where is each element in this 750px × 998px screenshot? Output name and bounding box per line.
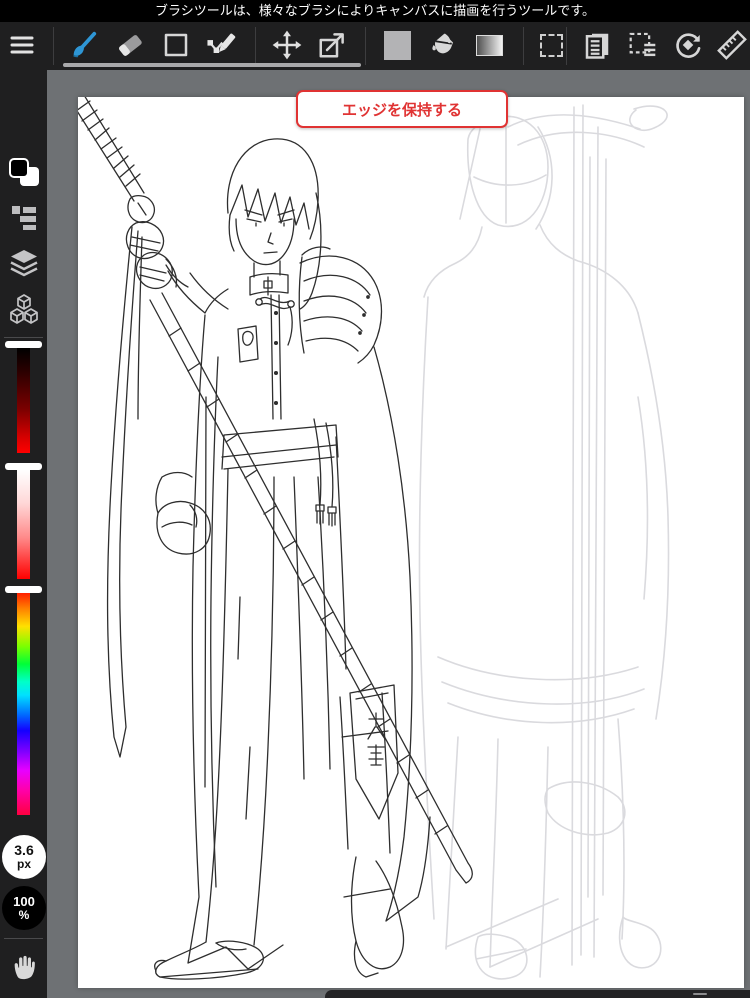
zoom-level-unit: %: [18, 907, 30, 922]
tool-group-underline: [63, 63, 361, 67]
menu-icon[interactable]: [2, 24, 42, 66]
brush-tool-icon[interactable]: [63, 24, 103, 66]
notification-text: ブラシツールは、様々なブラシによりキャンバスに描画を行うツールです。: [155, 3, 595, 18]
toolbar-divider: [255, 27, 256, 65]
brush-list-icon[interactable]: [0, 200, 47, 232]
toolbar: [0, 22, 750, 70]
canvas-artwork: [78, 97, 670, 980]
polyline-pen-tool-icon[interactable]: [201, 24, 241, 66]
hue-slider-handle[interactable]: [5, 586, 42, 593]
edge-keep-tooltip: エッジを保持する: [296, 90, 508, 128]
panel-grip: [693, 993, 707, 995]
eraser-tool-icon[interactable]: [110, 24, 150, 66]
gradient-tool-icon[interactable]: [469, 24, 509, 66]
toolbar-divider: [365, 27, 366, 65]
materials-icon[interactable]: [0, 292, 47, 328]
zoom-level-value: 100: [13, 893, 35, 909]
toolbar-divider: [53, 27, 54, 65]
paste-layer-icon[interactable]: [623, 24, 663, 66]
paint-app: ブラシツールは、様々なブラシによりキャンバスに描画を行うツールです。 3.6 p…: [0, 0, 750, 998]
shade-slider[interactable]: [17, 348, 30, 453]
sidebar: 3.6 px 100 %: [0, 70, 47, 998]
toolbar-divider: [566, 27, 567, 65]
sidebar-divider: [4, 938, 43, 939]
copy-layer-icon[interactable]: [577, 24, 617, 66]
workspace: エッジを保持する: [47, 70, 750, 998]
brush-size-unit: px: [16, 857, 31, 872]
tint-slider[interactable]: [17, 470, 30, 579]
canvas[interactable]: [78, 97, 744, 988]
foreground-background-swatches-icon[interactable]: [0, 156, 47, 188]
ruler-icon[interactable]: [712, 24, 750, 66]
tooltip-text: エッジを保持する: [341, 101, 462, 119]
brush-size-value: 3.6: [14, 842, 34, 859]
color-swatch-icon[interactable]: [377, 24, 417, 66]
zoom-level-badge[interactable]: 100 %: [2, 886, 46, 930]
move-tool-icon[interactable]: [267, 24, 307, 66]
toolbar-divider: [523, 27, 524, 65]
fill-bucket-icon[interactable]: [423, 24, 463, 66]
layers-icon[interactable]: [0, 246, 47, 280]
rotate-canvas-icon[interactable]: [668, 24, 708, 66]
marquee-select-icon[interactable]: [531, 24, 571, 66]
shade-slider-handle[interactable]: [5, 341, 42, 348]
brush-size-badge[interactable]: 3.6 px: [2, 835, 46, 879]
transform-tool-icon[interactable]: [312, 24, 352, 66]
notification-bar: ブラシツールは、様々なブラシによりキャンバスに描画を行うツールです。: [0, 0, 750, 22]
bottom-panel-handle[interactable]: [325, 990, 750, 998]
sidebar-divider: [4, 337, 43, 338]
rectangle-tool-icon[interactable]: [156, 24, 196, 66]
hue-slider[interactable]: [17, 593, 30, 815]
tint-slider-handle[interactable]: [5, 463, 42, 470]
pan-hand-icon[interactable]: [0, 952, 47, 982]
